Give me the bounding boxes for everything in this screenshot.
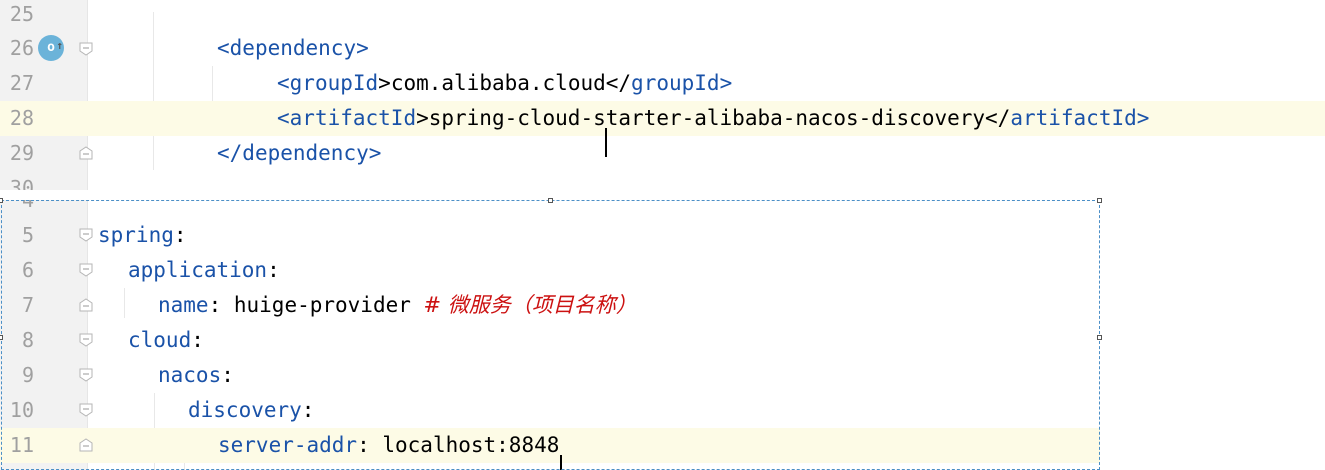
code-text: name: huige-provider # 微服务（项目名称） xyxy=(158,293,637,317)
code-text: <groupId>com.alibaba.cloud</groupId> xyxy=(277,71,733,95)
yaml-value: huige-provider xyxy=(233,293,424,317)
yaml-value: localhost:8848 xyxy=(382,433,560,457)
line-number: 5 xyxy=(21,223,34,247)
line-number: 26 xyxy=(9,36,34,60)
line-number: 11 xyxy=(9,433,34,457)
code-line[interactable]: 6 application: xyxy=(0,253,1100,288)
override-method-icon[interactable]: o ↑ xyxy=(38,35,64,61)
code-line[interactable]: 8 cloud: xyxy=(0,323,1100,358)
xml-tag: dependency xyxy=(229,36,357,60)
code-text: nacos: xyxy=(158,363,234,387)
fold-end-icon[interactable] xyxy=(79,438,93,452)
line-number: 30 xyxy=(9,176,34,190)
fold-collapse-icon[interactable] xyxy=(79,42,93,56)
fold-collapse-icon[interactable] xyxy=(79,368,93,382)
yaml-key: application xyxy=(128,258,268,282)
current-line-highlight[interactable]: 11 server-addr: localhost:8848 xyxy=(0,428,1100,470)
code-text: spring: xyxy=(98,223,187,247)
resize-handle-top[interactable] xyxy=(548,198,553,203)
yaml-comment: # 微服务（项目名称） xyxy=(423,293,637,317)
code-line[interactable]: 7 name: huige-provider # 微服务（项目名称） xyxy=(0,288,1100,323)
xml-tag: artifactId xyxy=(1010,106,1137,130)
code-line[interactable]: 9 nacos: xyxy=(0,358,1100,393)
yaml-key: discovery xyxy=(188,398,302,422)
fold-collapse-icon[interactable] xyxy=(79,403,93,417)
fold-end-icon[interactable] xyxy=(79,146,93,160)
resize-handle-right[interactable] xyxy=(1097,335,1102,340)
line-number: 8 xyxy=(21,328,34,352)
code-text: </dependency> xyxy=(217,141,382,165)
yaml-key: nacos xyxy=(158,363,222,387)
yaml-key: cloud xyxy=(128,328,192,352)
line-number: 6 xyxy=(21,258,34,282)
xml-tag: artifactId xyxy=(289,106,417,130)
code-text: <dependency> xyxy=(217,36,369,60)
resize-handle-left[interactable] xyxy=(0,335,3,340)
xml-tag: groupId xyxy=(289,71,379,95)
code-text: cloud: xyxy=(128,328,204,352)
line-number: 4 xyxy=(21,200,34,212)
code-text: <artifactId>spring-cloud-s tarter-alibaba… xyxy=(277,101,1149,157)
yaml-key: server-addr xyxy=(218,433,358,457)
line-number: 10 xyxy=(9,398,34,422)
code-text: application: xyxy=(128,258,280,282)
resize-handle-top-left[interactable] xyxy=(0,198,3,203)
line-number: 7 xyxy=(21,293,34,317)
code-line[interactable]: 27 <groupId>com.alibaba.cloud</groupId> xyxy=(0,66,1325,101)
code-line[interactable]: 29 </dependency> xyxy=(0,136,1325,171)
code-text: discovery: xyxy=(188,398,315,422)
code-line[interactable]: 25 xyxy=(0,0,1325,32)
line-number: 9 xyxy=(21,363,34,387)
code-line[interactable]: 30 xyxy=(0,171,1325,190)
line-number: 28 xyxy=(9,106,34,130)
xml-tag: groupId xyxy=(631,71,720,95)
current-line-highlight[interactable]: 28 <artifactId>spring-cloud-s tarter-alib… xyxy=(0,101,1325,157)
code-line[interactable]: 5 spring: xyxy=(0,218,1100,253)
code-line[interactable]: 26 <dependency> xyxy=(0,31,1325,66)
fold-end-icon[interactable] xyxy=(79,298,93,312)
code-text: server-addr: localhost:8848 xyxy=(218,428,563,470)
line-number: 27 xyxy=(9,71,34,95)
resize-handle-top-right[interactable] xyxy=(1097,198,1102,203)
fold-collapse-icon[interactable] xyxy=(79,263,93,277)
yaml-editor-panel[interactable]: 4 5 spring: 6 application: 7 name: huige… xyxy=(0,200,1100,470)
line-number: 29 xyxy=(9,141,34,165)
fold-collapse-icon[interactable] xyxy=(79,333,93,347)
yaml-key: name xyxy=(158,293,209,317)
text-caret xyxy=(560,455,563,470)
line-number: 25 xyxy=(9,2,34,26)
yaml-key: spring xyxy=(98,223,174,247)
code-line[interactable]: 10 discovery: xyxy=(0,393,1100,428)
fold-collapse-icon[interactable] xyxy=(79,228,93,242)
xml-editor-panel[interactable]: 25 26 <dependency> 27 <groupId>com.aliba… xyxy=(0,0,1325,190)
xml-tag: dependency xyxy=(242,141,369,165)
